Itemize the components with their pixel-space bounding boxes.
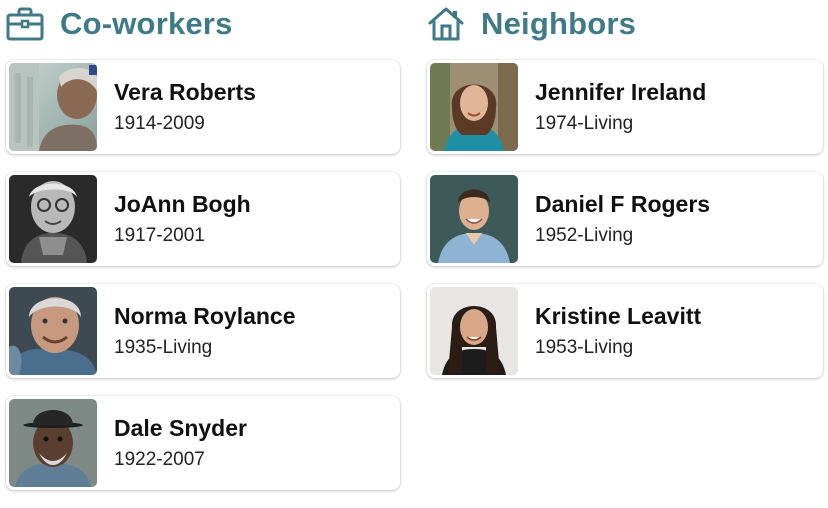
person-card-daniel-f-rogers[interactable]: Daniel F Rogers 1952-Living [427, 172, 823, 266]
person-years: 1917-2001 [114, 225, 205, 246]
neighbors-title: Neighbors [481, 6, 637, 41]
person-name: Norma Roylance [114, 303, 296, 329]
person-photo [9, 63, 97, 151]
person-name: Dale Snyder [114, 415, 247, 441]
neighbors-section: Neighbors Jennifer Ireland 1974-Living D… [427, 0, 823, 396]
coworkers-header: Co-workers [6, 0, 402, 48]
person-years: 1974-Living [535, 113, 634, 134]
house-icon [427, 5, 465, 43]
person-name: Vera Roberts [114, 79, 256, 105]
person-name: JoAnn Bogh [114, 191, 251, 217]
person-name: Kristine Leavitt [535, 303, 702, 329]
person-years: 1935-Living [114, 337, 213, 358]
person-card-norma-roylance[interactable]: Norma Roylance 1935-Living [6, 284, 400, 378]
person-card-kristine-leavitt[interactable]: Kristine Leavitt 1953-Living [427, 284, 823, 378]
person-years: 1922-2007 [114, 449, 205, 470]
person-years: 1952-Living [535, 225, 634, 246]
person-photo [430, 63, 518, 151]
neighbors-header: Neighbors [427, 0, 823, 48]
person-photo [9, 399, 97, 487]
person-card-dale-snyder[interactable]: Dale Snyder 1922-2007 [6, 396, 400, 490]
coworkers-section: Co-workers Vera Roberts 1914-2009 JoAnn … [6, 0, 402, 508]
person-photo [9, 287, 97, 375]
coworkers-title: Co-workers [60, 6, 233, 41]
person-card-joann-bogh[interactable]: JoAnn Bogh 1917-2001 [6, 172, 400, 266]
person-photo [430, 287, 518, 375]
person-card-vera-roberts[interactable]: Vera Roberts 1914-2009 [6, 60, 400, 154]
person-photo [430, 175, 518, 263]
briefcase-icon [6, 5, 44, 43]
person-photo [9, 175, 97, 263]
person-years: 1953-Living [535, 337, 634, 358]
person-card-jennifer-ireland[interactable]: Jennifer Ireland 1974-Living [427, 60, 823, 154]
person-name: Jennifer Ireland [535, 79, 707, 105]
person-years: 1914-2009 [114, 113, 205, 134]
person-name: Daniel F Rogers [535, 191, 711, 217]
